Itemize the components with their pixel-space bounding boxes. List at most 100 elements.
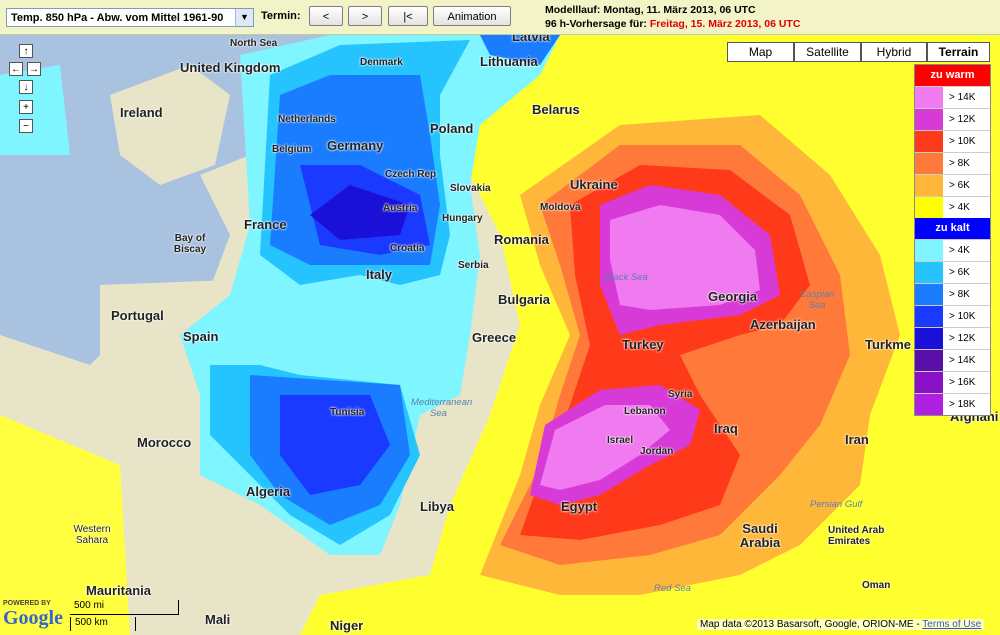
label-poland: Poland — [430, 121, 474, 136]
legend-swatch — [915, 153, 943, 174]
label-saudi-arabia: Saudi Arabia — [739, 521, 781, 550]
termin-label: Termin: — [261, 10, 301, 22]
label-oman: Oman — [862, 580, 891, 591]
label-egypt: Egypt — [561, 499, 598, 514]
label-austria: Austria — [383, 203, 418, 214]
plus-icon: + — [23, 102, 29, 113]
legend-cold-row: > 16K — [915, 371, 990, 393]
label-mediterranean: Mediterranean Sea — [411, 397, 473, 419]
legend-swatch — [915, 240, 943, 261]
label-latvia: Latvia — [512, 35, 550, 44]
maptype-satellite-button[interactable]: Satellite — [794, 42, 861, 62]
legend-label: > 12K — [949, 114, 976, 125]
legend-label: > 6K — [949, 267, 970, 278]
label-belarus: Belarus — [532, 102, 580, 117]
prev-button[interactable]: < — [309, 6, 343, 26]
legend-label: > 18K — [949, 399, 976, 410]
label-algeria: Algeria — [246, 484, 291, 499]
next-button[interactable]: > — [348, 6, 382, 26]
legend-label: > 4K — [949, 202, 970, 213]
label-caspian-sea: Caspian Sea — [799, 289, 835, 311]
label-greece: Greece — [472, 330, 517, 345]
label-czech: Czech Rep — [385, 169, 437, 180]
chevron-down-icon[interactable]: ▼ — [235, 9, 253, 26]
legend-label: > 6K — [949, 180, 970, 191]
legend-warm-row: > 4K — [915, 196, 990, 218]
modelrun-label: Modelllauf: — [545, 4, 601, 16]
label-north-sea: North Sea — [230, 38, 278, 49]
legend-cold-row: > 14K — [915, 349, 990, 371]
legend-label: > 12K — [949, 333, 976, 344]
legend-cold-row: > 10K — [915, 305, 990, 327]
legend-warm-row: > 14K — [915, 86, 990, 108]
terms-of-use-link[interactable]: Terms of Use — [922, 619, 981, 630]
modelrun-value: Montag, 11. März 2013, 06 UTC — [603, 4, 756, 16]
arrow-right-icon: → — [29, 64, 39, 75]
label-western-sahara: Western Sahara — [73, 524, 111, 546]
label-italy: Italy — [366, 267, 393, 282]
label-tunisia: Tunisia — [330, 407, 365, 418]
legend-warm-title: zu warm — [915, 65, 990, 86]
legend-warm-row: > 12K — [915, 108, 990, 130]
animation-button[interactable]: Animation — [433, 6, 511, 26]
label-black-sea: Black Sea — [605, 272, 648, 283]
map-canvas[interactable]: North Sea Latvia United Kingdom Denmark … — [0, 35, 1000, 635]
pan-down-button[interactable]: ↓ — [19, 80, 33, 94]
legend-label: > 14K — [949, 355, 976, 366]
label-lithuania: Lithuania — [480, 54, 538, 69]
legend-cold-list: > 4K > 6K > 8K > 10K > 12K > 14K > 16K > 18K — [915, 239, 990, 415]
label-uk: United Kingdom — [180, 60, 281, 75]
scale-km: 500 km — [70, 617, 136, 631]
label-croatia: Croatia — [390, 243, 425, 254]
label-libya: Libya — [420, 499, 454, 514]
attribution-text: Map data ©2013 Basarsoft, Google, ORION-… — [700, 619, 920, 630]
label-belgium: Belgium — [272, 144, 312, 155]
parameter-select[interactable]: Temp. 850 hPa - Abw. vom Mittel 1961-90 … — [6, 8, 254, 27]
label-moldova: Moldova — [540, 202, 581, 213]
label-red-sea: Red Sea — [654, 583, 691, 594]
maptype-terrain-button[interactable]: Terrain — [927, 42, 990, 62]
label-georgia: Georgia — [708, 289, 758, 304]
run-info: Modelllauf: Montag, 11. März 2013, 06 UT… — [545, 3, 800, 31]
label-jordan: Jordan — [640, 446, 674, 457]
zoom-in-button[interactable]: + — [19, 100, 33, 114]
zoom-out-button[interactable]: − — [19, 119, 33, 133]
label-ireland: Ireland — [120, 105, 163, 120]
pan-up-button[interactable]: ↑ — [19, 44, 33, 58]
legend-label: > 4K — [949, 245, 970, 256]
label-turkmen: Turkme — [865, 337, 911, 352]
legend-swatch — [915, 394, 943, 415]
legend-label: > 10K — [949, 136, 976, 147]
label-germany: Germany — [327, 138, 384, 153]
label-hungary: Hungary — [442, 213, 483, 224]
label-ukraine: Ukraine — [570, 177, 618, 192]
arrow-left-icon: ← — [11, 64, 21, 75]
legend-cold-row: > 8K — [915, 283, 990, 305]
label-romania: Romania — [494, 232, 549, 247]
legend-swatch — [915, 262, 943, 283]
legend-warm-list: > 14K > 12K > 10K > 8K > 6K > 4K — [915, 86, 990, 218]
pan-right-button[interactable]: → — [27, 62, 41, 76]
label-morocco: Morocco — [137, 435, 192, 450]
color-legend: zu warm > 14K > 12K > 10K > 8K > 6K > 4K zu k… — [914, 64, 991, 416]
maptype-map-button[interactable]: Map — [727, 42, 794, 62]
legend-label: > 8K — [949, 289, 970, 300]
label-lebanon: Lebanon — [624, 406, 666, 417]
parameter-select-value: Temp. 850 hPa - Abw. vom Mittel 1961-90 — [11, 12, 224, 24]
maptype-hybrid-button[interactable]: Hybrid — [861, 42, 927, 62]
legend-warm-row: > 6K — [915, 174, 990, 196]
label-bay-of-biscay: Bay of Biscay — [173, 233, 207, 255]
powered-by-label: POWERED BY — [3, 600, 51, 607]
legend-swatch — [915, 306, 943, 327]
label-persian-gulf: Persian Gulf — [810, 499, 863, 510]
label-mauritania: Mauritania — [86, 583, 152, 598]
first-button[interactable]: |< — [388, 6, 428, 26]
label-niger: Niger — [330, 618, 364, 633]
legend-cold-row: > 18K — [915, 393, 990, 415]
legend-cold-row: > 4K — [915, 239, 990, 261]
legend-cold-title: zu kalt — [915, 218, 990, 239]
pan-left-button[interactable]: ← — [9, 62, 23, 76]
legend-cold-row: > 12K — [915, 327, 990, 349]
google-logo[interactable]: POWERED BY Google — [3, 600, 63, 629]
label-mali: Mali — [205, 612, 231, 627]
